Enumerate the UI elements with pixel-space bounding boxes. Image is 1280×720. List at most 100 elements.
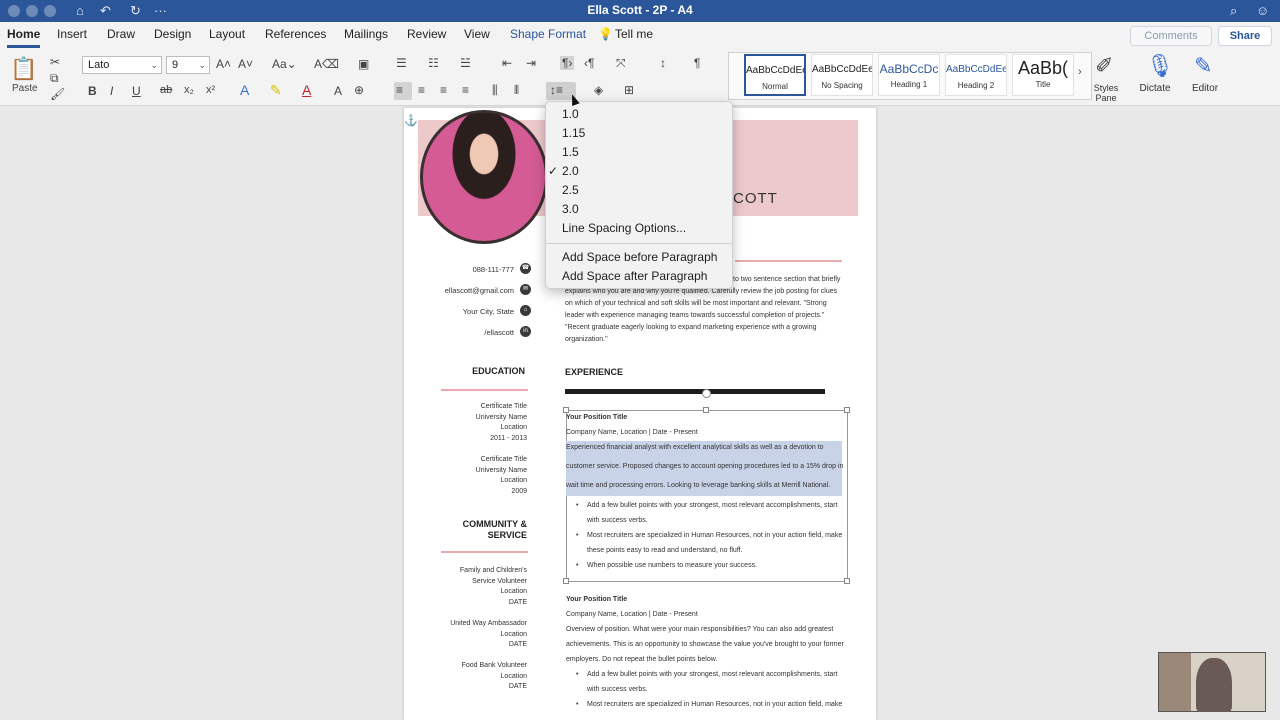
shading-icon[interactable]: ◈ — [594, 83, 603, 97]
menu-separator — [546, 243, 732, 244]
add-space-before-item[interactable]: Add Space before Paragraph — [562, 250, 717, 264]
style-heading-2[interactable]: AaBbCcDdEe Heading 2 — [945, 54, 1007, 96]
distributed-icon[interactable]: ⫼ — [492, 83, 498, 98]
summary-line: on which of your technical and soft skil… — [565, 300, 827, 307]
text-effects-box-icon[interactable]: ▣ — [358, 57, 369, 71]
job-desc-line: achievements. This is an opportunity to … — [566, 641, 844, 648]
job-desc-line: employers. Do not repeat the bullet poin… — [566, 656, 718, 663]
job-company: Company Name, Location | Date - Present — [566, 429, 698, 436]
dictate-label[interactable]: Dictate — [1136, 83, 1174, 94]
decrease-indent-icon[interactable]: ⇤ — [502, 56, 512, 70]
microphone-icon[interactable]: 🎙 — [1146, 53, 1174, 79]
line-spacing-option-2-5[interactable]: 2.5 — [562, 183, 579, 197]
resize-handle[interactable] — [563, 578, 569, 584]
font-size-field[interactable]: 9 ⌄ — [166, 56, 210, 74]
tab-tell-me[interactable]: Tell me — [615, 27, 653, 41]
show-formatting-icon[interactable]: ¶ — [694, 56, 700, 70]
underline-button[interactable]: U — [132, 84, 141, 98]
tab-view[interactable]: View — [464, 27, 490, 41]
tab-insert[interactable]: Insert — [57, 27, 87, 41]
tab-home[interactable]: Home — [7, 27, 41, 48]
cut-icon[interactable]: ✂ — [50, 55, 60, 69]
align-left-icon[interactable]: ≡ — [396, 83, 403, 97]
font-name-field[interactable]: Lato ⌄ — [82, 56, 162, 74]
strikethrough-button[interactable]: ab — [160, 84, 172, 96]
numbering-icon[interactable]: ☷ — [428, 56, 439, 70]
styles-more-icon[interactable]: › — [1078, 66, 1082, 78]
resume-name: COTT — [733, 190, 778, 207]
font-color-icon[interactable]: A — [302, 82, 311, 98]
subscript-button[interactable]: x₂ — [184, 84, 194, 96]
borders-icon[interactable]: ⊞ — [624, 83, 634, 97]
resize-handle[interactable] — [703, 407, 709, 413]
superscript-button[interactable]: x² — [206, 84, 215, 96]
format-painter-icon[interactable]: 🖌 — [50, 87, 65, 101]
bullet-dot: • — [576, 562, 579, 569]
justify-icon[interactable]: ≡ — [462, 83, 469, 97]
italic-button[interactable]: I — [110, 84, 113, 98]
ltr-text-icon[interactable]: ¶› — [560, 56, 575, 70]
resize-handle[interactable] — [563, 407, 569, 413]
line-spacing-option-1-5[interactable]: 1.5 — [562, 145, 579, 159]
line-spacing-option-3-0[interactable]: 3.0 — [562, 202, 579, 216]
highlight-icon[interactable]: ✎ — [270, 82, 282, 99]
increase-indent-icon[interactable]: ⇥ — [526, 56, 536, 70]
add-space-after-item[interactable]: Add Space after Paragraph — [562, 269, 707, 283]
search-icon[interactable]: ⌕ — [1230, 3, 1237, 19]
rtl-text-icon[interactable]: ‹¶ — [584, 56, 594, 70]
align-right-icon[interactable]: ≡ — [440, 83, 447, 97]
account-icon[interactable]: ☺ — [1256, 3, 1269, 19]
tab-references[interactable]: References — [265, 27, 326, 41]
multilevel-list-icon[interactable]: ☱ — [460, 56, 471, 70]
tab-draw[interactable]: Draw — [107, 27, 135, 41]
change-case-icon[interactable]: Aa⌄ — [272, 57, 297, 71]
line-spacing-options-item[interactable]: Line Spacing Options... — [562, 221, 686, 235]
rotate-handle[interactable] — [702, 389, 711, 398]
style-no-spacing[interactable]: AaBbCcDdEe No Spacing — [811, 54, 873, 96]
community-entry: Food Bank Volunteer Location DATE — [462, 661, 527, 693]
comments-button[interactable]: Comments — [1130, 26, 1212, 46]
sort-icon[interactable]: ↕ — [660, 56, 666, 70]
style-name: Heading 1 — [890, 80, 928, 89]
line-spacing-option-2-0[interactable]: 2.0 — [562, 164, 579, 178]
tab-review[interactable]: Review — [407, 27, 446, 41]
grow-font-icon[interactable]: A˄ — [216, 57, 231, 71]
experience-rule[interactable] — [565, 389, 825, 394]
line-spacing-icon[interactable]: ↕≡ — [550, 83, 563, 97]
copy-icon[interactable]: ⧉ — [50, 71, 59, 86]
paste-icon[interactable]: 📋 — [10, 56, 37, 82]
line-spacing-option-1-0[interactable]: 1.0 — [562, 107, 579, 121]
shrink-font-icon[interactable]: A˅ — [238, 57, 253, 71]
character-shading-icon[interactable]: A — [334, 84, 342, 98]
location: Location — [500, 477, 527, 484]
profile-photo[interactable] — [420, 110, 548, 244]
resize-handle[interactable] — [844, 407, 850, 413]
text-effects-icon[interactable]: A — [240, 82, 249, 98]
clear-formatting-icon[interactable]: A⌫ — [314, 57, 339, 71]
styles-pane-label[interactable]: Styles Pane — [1088, 83, 1124, 103]
editor-label[interactable]: Editor — [1186, 83, 1224, 94]
asian-layout-icon[interactable]: ⤧ — [616, 56, 626, 71]
tab-layout[interactable]: Layout — [209, 27, 245, 41]
columns-icon[interactable]: ⫴ — [514, 83, 519, 98]
tab-shape-format[interactable]: Shape Format — [510, 27, 586, 41]
cert-title: Certificate Title — [480, 456, 527, 463]
editor-icon[interactable]: ✎ — [1194, 53, 1212, 79]
line-spacing-option-1-15[interactable]: 1.15 — [562, 126, 585, 140]
bullet-text: Add a few bullet points with your strong… — [587, 671, 838, 678]
community-entry: Family and Children's Service Volunteer … — [460, 566, 527, 608]
font-name-value: Lato — [88, 59, 110, 71]
tab-mailings[interactable]: Mailings — [344, 27, 388, 41]
tab-design[interactable]: Design — [154, 27, 191, 41]
styles-pane-icon[interactable]: ✐ — [1095, 53, 1113, 79]
bold-button[interactable]: B — [88, 84, 97, 98]
bullets-icon[interactable]: ☰ — [396, 56, 407, 70]
style-normal[interactable]: AaBbCcDdEe Normal — [744, 54, 806, 96]
align-center-icon[interactable]: ≡ — [418, 83, 425, 97]
lightbulb-icon: 💡 — [598, 27, 613, 41]
enclose-characters-icon[interactable]: ⊕ — [354, 83, 364, 97]
style-title[interactable]: AaBb( Title — [1012, 54, 1074, 96]
style-heading-1[interactable]: AaBbCcDc Heading 1 — [878, 54, 940, 96]
share-button[interactable]: Share — [1218, 26, 1272, 46]
resize-handle[interactable] — [844, 578, 850, 584]
